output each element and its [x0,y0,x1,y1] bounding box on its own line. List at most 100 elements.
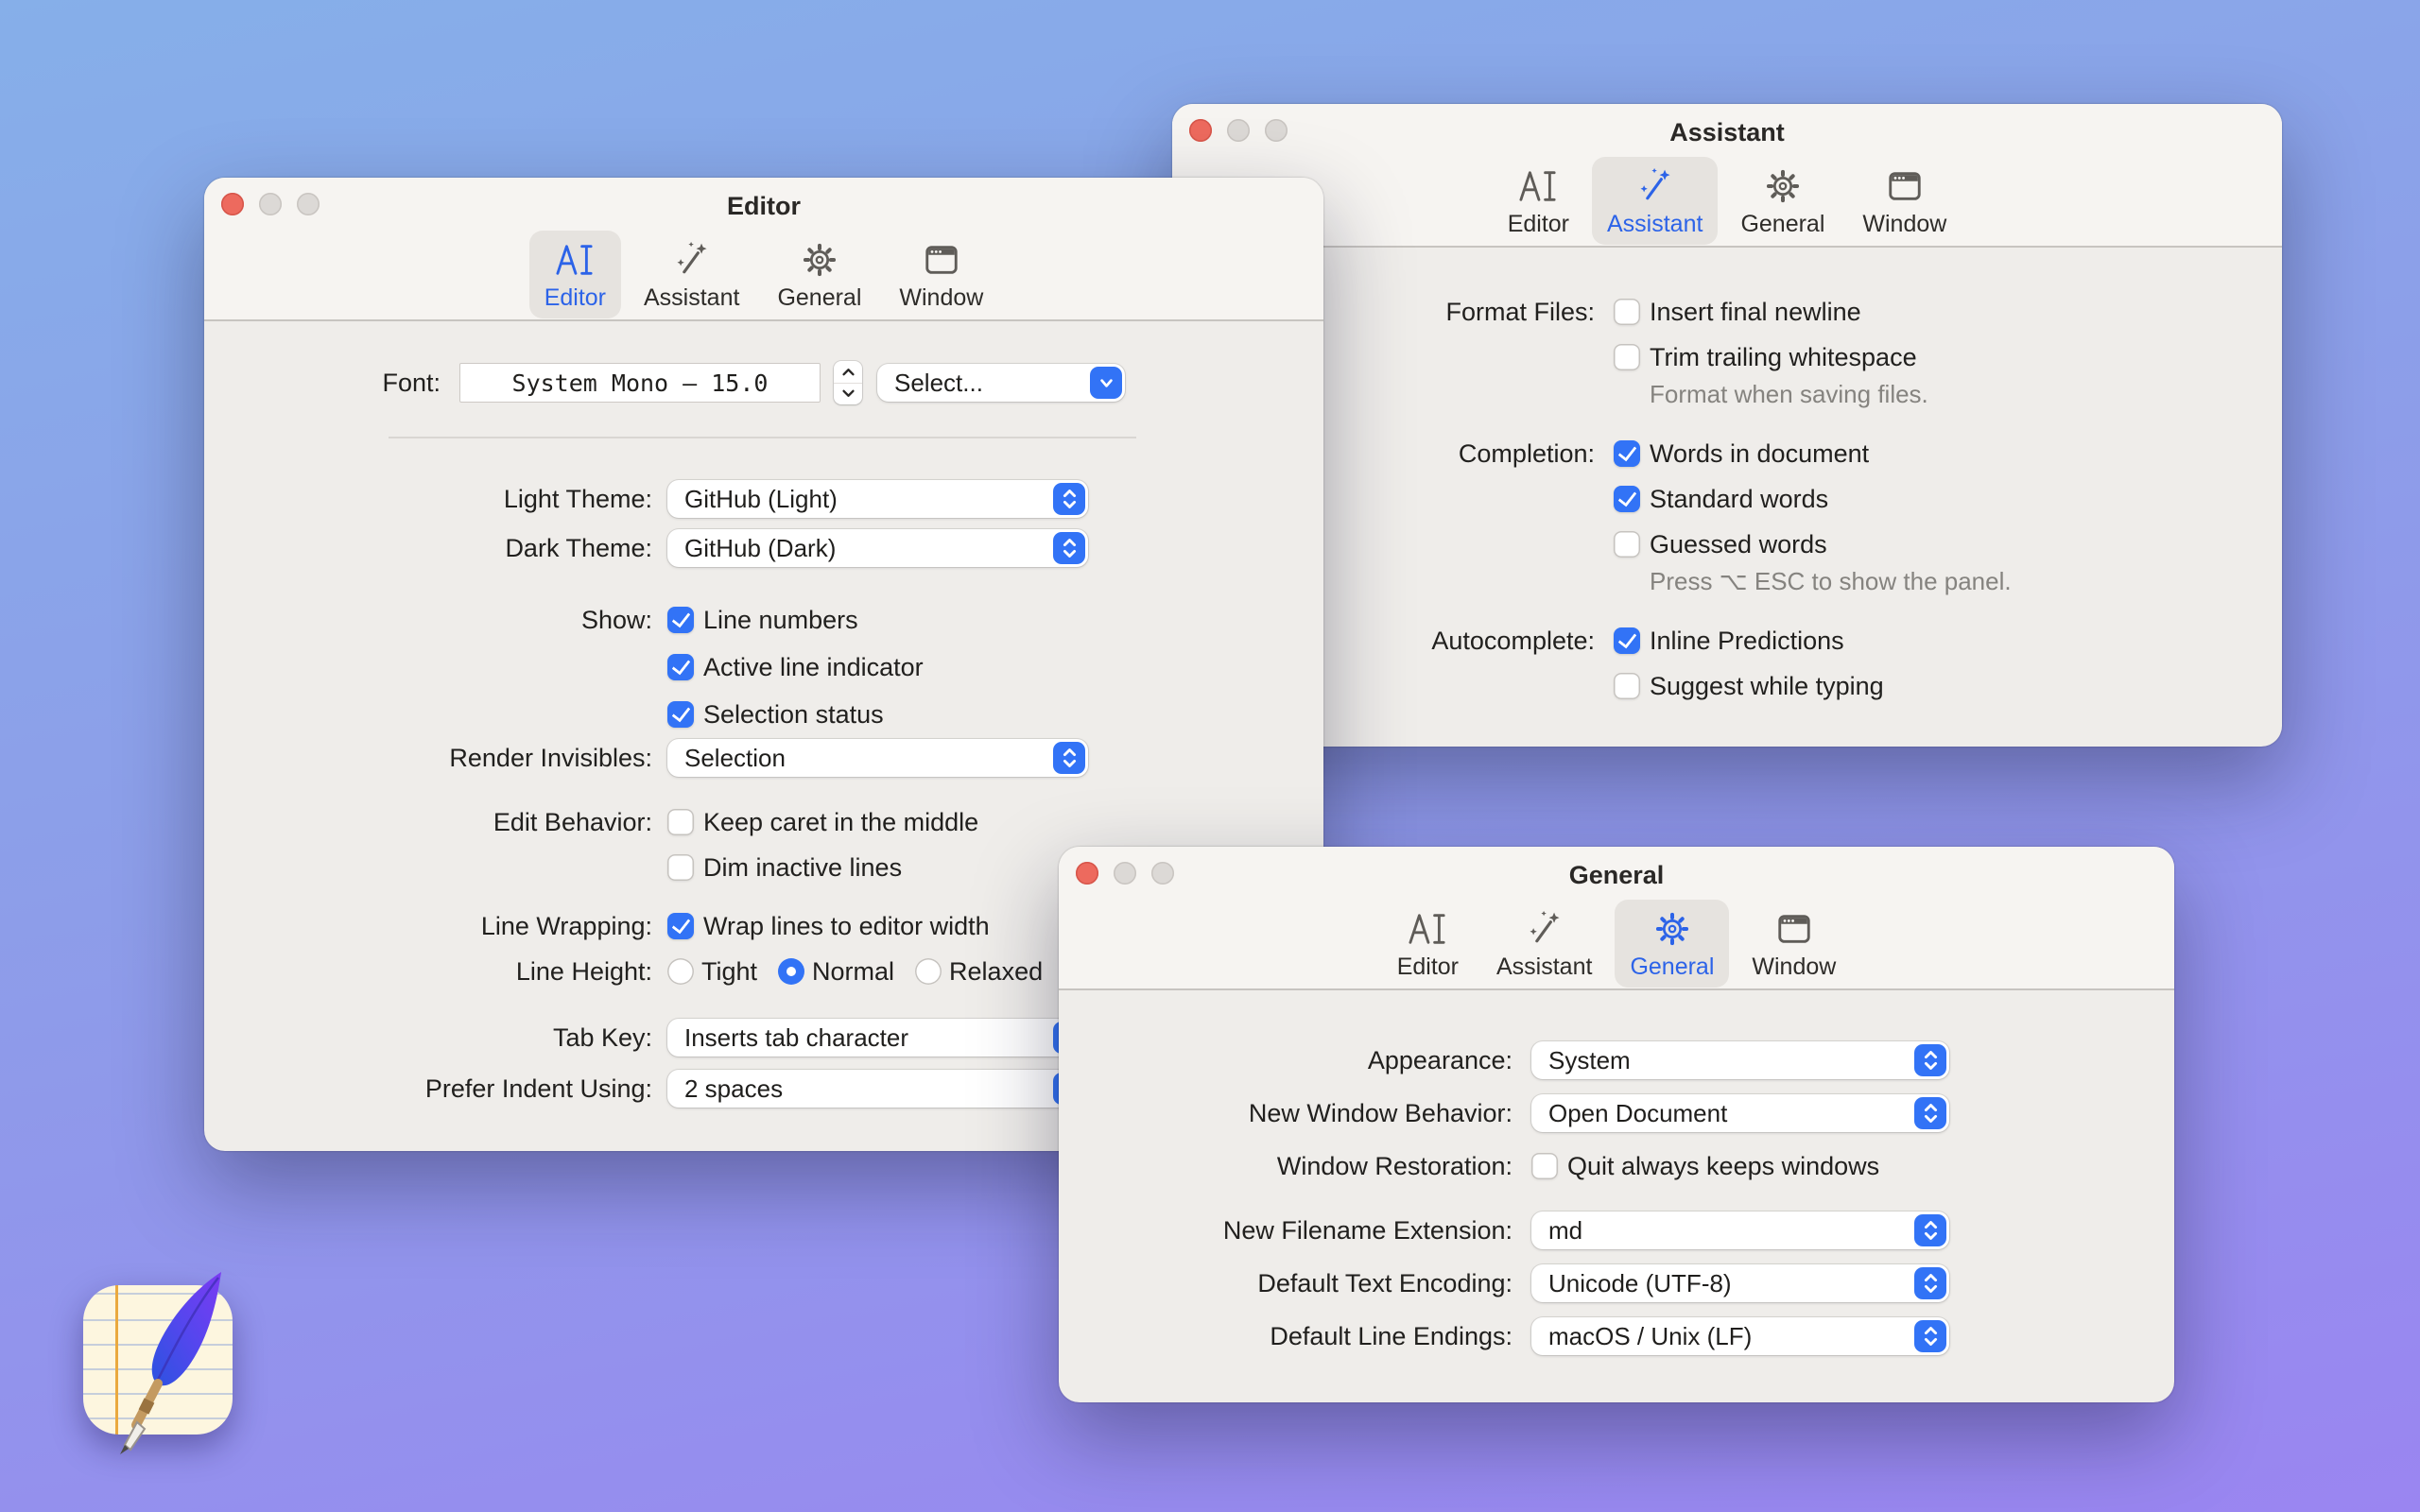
line-endings-select[interactable]: macOS / Unix (LF) [1531,1317,1949,1355]
close-button[interactable] [1189,119,1212,142]
close-button[interactable] [221,193,244,215]
tab-window[interactable]: Window [1847,157,1962,245]
stepper-up-icon[interactable] [834,361,862,384]
checkbox-label: Selection status [703,699,884,729]
tab-general[interactable]: General [1615,899,1730,988]
checkbox-words-in-document[interactable] [1614,440,1640,467]
tab-label: Assistant [1607,210,1703,237]
format-files-caption: Format when saving files. [1650,380,1928,408]
tab-general[interactable]: General [762,231,876,318]
font-size-stepper[interactable] [834,361,862,404]
checkbox-suggest-while-typing[interactable] [1614,673,1640,699]
line-wrapping-label: Line Wrapping: [480,911,652,940]
filename-extension-select[interactable]: md [1531,1211,1949,1249]
magic-wand-icon [671,238,713,282]
light-theme-select[interactable]: GitHub (Light) [667,480,1088,518]
radio-label: Normal [812,956,895,986]
tab-editor[interactable]: Editor [1382,900,1474,988]
dark-theme-label: Dark Theme: [505,533,652,562]
radio-label: Tight [701,956,758,986]
stepper-down-icon[interactable] [834,384,862,405]
window-header: Assistant Editor Assistant General Windo… [1172,104,2282,248]
tab-label: Editor [1507,210,1569,237]
gear-icon [1651,907,1693,951]
chevron-down-icon [1090,367,1122,399]
appearance-label: Appearance: [1367,1045,1512,1074]
tab-assistant[interactable]: Assistant [629,231,754,318]
radio-tight[interactable]: Tight [667,957,757,987]
window-icon [1884,164,1926,208]
radio-normal[interactable]: Normal [778,957,894,987]
tab-editor[interactable]: Editor [528,230,621,318]
dark-theme-select[interactable]: GitHub (Dark) [667,529,1088,567]
checkbox-label: Inline Predictions [1650,626,1844,655]
paper-app-icon[interactable] [83,1272,233,1454]
checkbox-selection-status[interactable] [667,701,694,728]
zoom-button[interactable] [1151,862,1174,885]
new-window-behavior-select[interactable]: Open Document [1531,1094,1949,1132]
window-header: Editor Editor Assistant General Window [204,178,1323,321]
text-encoding-select[interactable]: Unicode (UTF-8) [1531,1264,1949,1302]
tab-key-select[interactable]: Inserts tab character [667,1019,1088,1057]
checkbox-keep-caret-middle[interactable] [667,809,694,835]
minimize-button[interactable] [1114,862,1136,885]
tab-assistant[interactable]: Assistant [1592,156,1719,245]
gear-icon [1762,164,1804,208]
titlebar: Assistant [1172,104,2282,147]
prefer-indent-label: Prefer Indent Using: [424,1074,652,1103]
tab-window[interactable]: Window [1737,900,1851,988]
minimize-button[interactable] [1227,119,1250,142]
zoom-button[interactable] [1265,119,1288,142]
window-icon [921,238,962,282]
tab-label: Window [899,284,984,311]
checkbox-label: Standard words [1650,484,1829,513]
render-invisibles-select[interactable]: Selection [667,739,1088,777]
chevron-up-down-icon [1053,483,1085,515]
window-icon [1773,907,1815,951]
chevron-up-down-icon [1053,532,1085,564]
chevron-up-down-icon [1914,1320,1946,1352]
traffic-lights [1189,119,1288,142]
prefer-indent-select[interactable]: 2 spaces [667,1070,1088,1108]
window-restoration-label: Window Restoration: [1276,1151,1512,1180]
text-format-icon [1517,164,1559,208]
checkbox-trim-trailing-whitespace[interactable] [1614,344,1640,370]
tab-assistant[interactable]: Assistant [1481,900,1607,988]
zoom-button[interactable] [297,193,320,215]
default-line-endings-label: Default Line Endings: [1270,1321,1512,1350]
radio-relaxed[interactable]: Relaxed [915,957,1043,987]
checkbox-quit-keeps-windows[interactable] [1531,1153,1558,1179]
preferences-toolbar: Editor Assistant General Window [1059,890,2174,988]
checkbox-dim-inactive-lines[interactable] [667,854,694,881]
checkbox-label: Guessed words [1650,529,1827,558]
checkbox-line-numbers[interactable] [667,607,694,633]
tab-general[interactable]: General [1725,157,1840,245]
checkbox-inline-predictions[interactable] [1614,627,1640,654]
tab-label: Assistant [644,284,740,311]
show-label: Show: [580,605,652,634]
titlebar: General [1059,847,2174,890]
tab-label: Window [1862,210,1947,237]
preferences-toolbar: Editor Assistant General Window [204,221,1323,319]
checkbox-active-line-indicator[interactable] [667,654,694,680]
minimize-button[interactable] [259,193,282,215]
render-invisibles-label: Render Invisibles: [449,743,652,772]
assistant-preferences-window: Assistant Editor Assistant General Windo… [1172,104,2282,747]
tab-window[interactable]: Window [884,231,998,318]
close-button[interactable] [1076,862,1098,885]
window-header: General Editor Assistant General Window [1059,847,2174,990]
checkbox-label: Keep caret in the middle [703,807,979,836]
checkbox-wrap-lines[interactable] [667,913,694,939]
window-title: Editor [727,191,801,220]
traffic-lights [221,193,320,215]
tab-editor[interactable]: Editor [1493,157,1584,245]
default-text-encoding-label: Default Text Encoding: [1257,1268,1512,1297]
checkbox-insert-final-newline[interactable] [1614,299,1640,325]
font-select-dropdown[interactable]: Select... [877,364,1125,402]
checkbox-standard-words[interactable] [1614,486,1640,512]
radio-label: Relaxed [949,956,1044,986]
appearance-select[interactable]: System [1531,1041,1949,1079]
tab-label: General [1630,953,1715,980]
checkbox-guessed-words[interactable] [1614,531,1640,558]
font-name-field[interactable]: System Mono — 15.0 [459,363,821,403]
